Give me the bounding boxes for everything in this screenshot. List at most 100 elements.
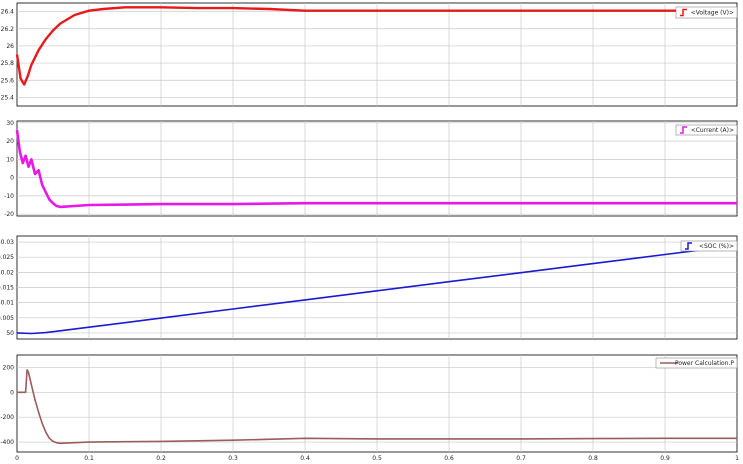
y-tick-label: 26.4 (1, 9, 15, 16)
data-point (38, 49, 40, 51)
x-tick-label: 0.3 (228, 455, 238, 462)
x-tick-label: 0.8 (588, 455, 598, 462)
y-tick-label: 26 (6, 43, 14, 50)
data-point (38, 411, 40, 413)
data-point (30, 64, 32, 66)
data-point (16, 53, 18, 56)
data-point (592, 10, 594, 12)
y-tick-label: 50.025 (0, 254, 14, 261)
data-point (304, 299, 306, 301)
data-point (88, 441, 90, 443)
data-point (30, 332, 32, 335)
data-point (59, 23, 61, 25)
data-point (376, 438, 378, 440)
x-tick-label: 0.7 (516, 455, 526, 462)
data-point (48, 199, 51, 201)
scope-panel-1: 26.4 26.2 26 25.8 25.6 25.4 <Voltage (V)> (1, 2, 738, 107)
data-point (74, 205, 76, 207)
data-point (59, 330, 61, 332)
data-point (52, 202, 54, 204)
data-point (34, 173, 36, 175)
y-tick-label: 50.015 (0, 285, 14, 292)
y-tick-label: 26.2 (1, 26, 15, 33)
data-point (664, 10, 666, 12)
data-point (56, 205, 58, 207)
data-point (45, 332, 47, 334)
y-tick-label: 30 (6, 120, 14, 127)
legend-label: <SOC (%)> (699, 243, 734, 250)
data-point (102, 8, 104, 10)
x-tick-label: 0.6 (444, 455, 454, 462)
data-point (376, 202, 378, 204)
x-tick-label: 0.4 (300, 455, 310, 462)
data-point (27, 371, 30, 373)
data-point (304, 10, 306, 12)
x-tick-label: 0 (15, 455, 19, 462)
data-point (232, 203, 234, 205)
x-tick-label: 0.2 (156, 455, 166, 462)
data-point (376, 10, 378, 12)
data-point (59, 442, 61, 444)
data-point (664, 253, 666, 256)
y-tick-label: -200 (0, 414, 14, 421)
data-point (520, 272, 522, 274)
data-point (23, 83, 25, 86)
data-point (45, 38, 47, 40)
y-tick-label: -10 (4, 193, 14, 200)
data-point (736, 202, 738, 204)
y-tick-label: 50.02 (0, 269, 14, 276)
data-point (448, 281, 450, 283)
data-point (74, 442, 76, 444)
data-point (74, 14, 76, 16)
y-tick-label: 200 (3, 364, 15, 371)
y-tick-label: 50 (6, 330, 14, 337)
y-tick-label: 25.6 (1, 77, 15, 84)
data-point (304, 437, 306, 439)
data-point (19, 151, 21, 153)
legend: <Current (A)> (675, 124, 738, 136)
scope-plot-area: 26.4 26.2 26 25.8 25.6 25.4 <Voltage (V)> 30 20 1… (0, 2, 739, 462)
data-point (160, 317, 162, 319)
y-tick-label: 50.005 (0, 315, 14, 322)
data-point (664, 202, 666, 204)
data-point (304, 202, 306, 204)
legend: Power Calculation.P (655, 357, 738, 369)
data-point (232, 7, 234, 9)
data-point (592, 263, 594, 265)
legend-label: <Current (A)> (691, 127, 734, 134)
y-tick-label: -20 (4, 211, 14, 218)
data-point (30, 384, 32, 386)
data-point (88, 326, 90, 328)
data-point (20, 77, 22, 80)
data-point (520, 202, 522, 204)
data-point (45, 191, 47, 193)
y-tick-label: 0 (10, 175, 14, 182)
data-point (16, 129, 18, 131)
scope-panel-4: 200 0 -200 -400 0 0.1 0.2 0.3 0.4 0.5 0.6 0.7 0.8 0.9… (0, 354, 739, 462)
data-point (124, 6, 126, 8)
x-tick-label: 1 (735, 455, 739, 462)
data-point (52, 440, 54, 442)
y-tick-label: 20 (6, 138, 14, 145)
data-point (160, 440, 162, 442)
data-point (520, 438, 522, 440)
data-point (25, 155, 27, 157)
data-point (16, 391, 18, 393)
data-point (48, 437, 51, 439)
data-point (592, 202, 594, 204)
data-point (376, 290, 378, 292)
x-tick-label: 0.5 (372, 455, 382, 462)
data-point (41, 422, 43, 424)
y-tick-label: 25.8 (1, 60, 15, 67)
data-point (448, 202, 450, 204)
data-point (232, 308, 234, 310)
legend: <SOC (%)> (680, 240, 738, 252)
legend-label: <Voltage (V)> (691, 10, 734, 17)
data-point (592, 438, 594, 440)
data-point (25, 391, 27, 393)
data-point (448, 10, 450, 12)
data-point (38, 169, 40, 171)
y-tick-label: 0 (10, 389, 14, 396)
data-point (52, 29, 54, 32)
data-point (27, 75, 29, 77)
